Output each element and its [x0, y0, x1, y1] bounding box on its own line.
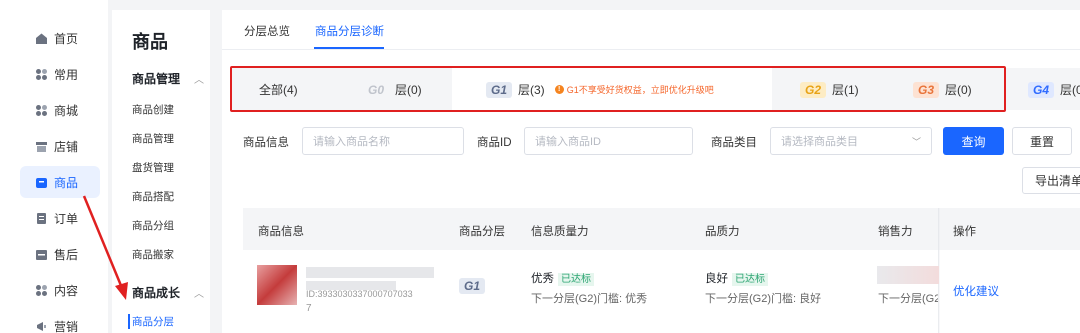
- annotation-arrow: [82, 195, 128, 300]
